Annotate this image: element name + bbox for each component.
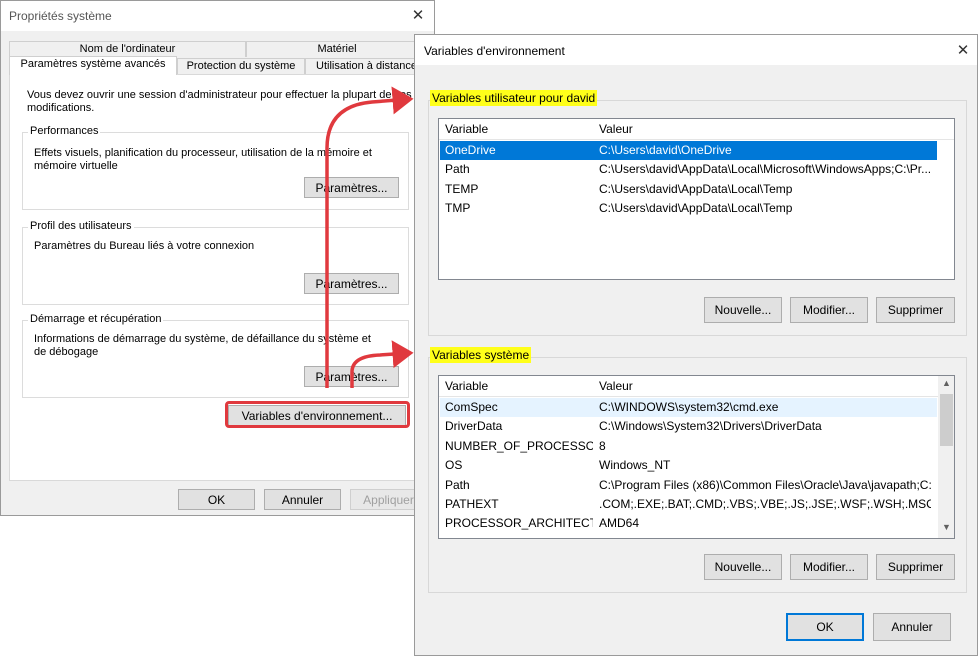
annotation-arrows: [325, 86, 414, 388]
tab-advanced-system-settings[interactable]: Paramètres système avancés: [9, 56, 177, 75]
arrow-to-system-variables: [350, 340, 414, 388]
arrow-to-user-variables: [325, 86, 414, 388]
